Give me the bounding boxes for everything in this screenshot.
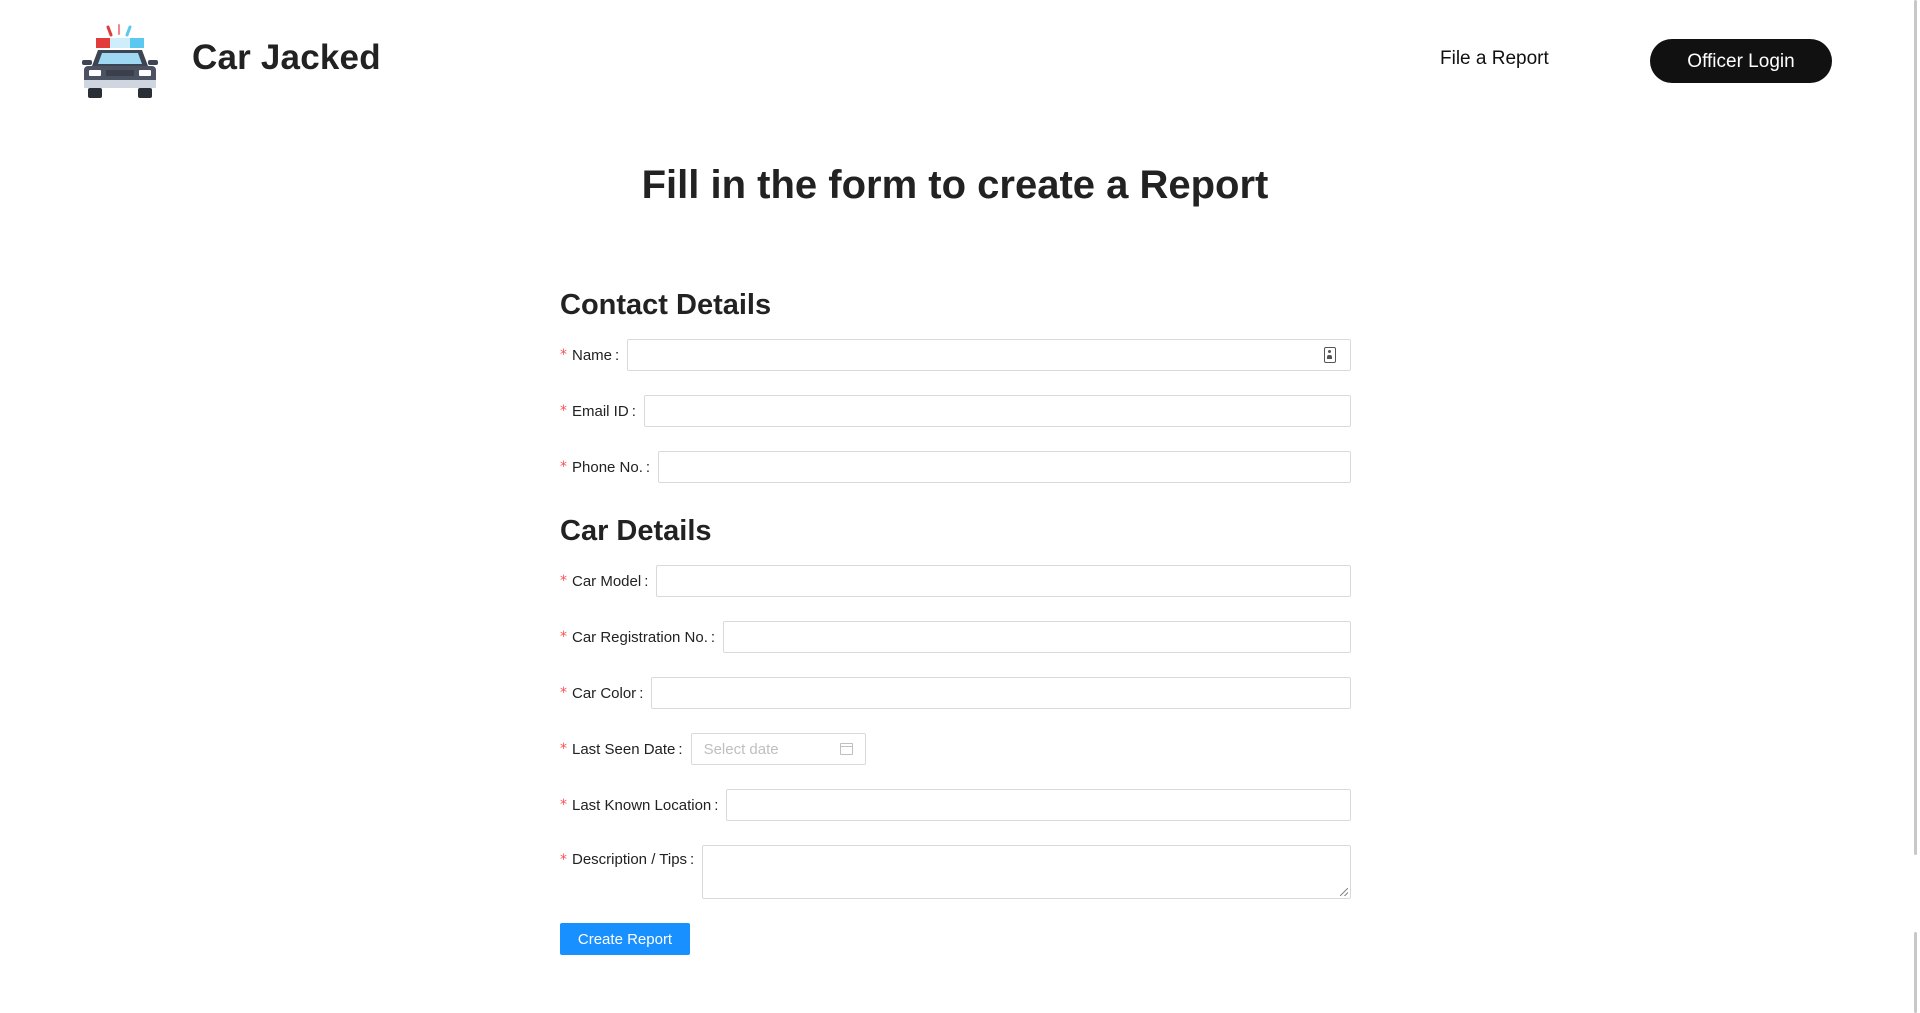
phone-label: * Phone No.: bbox=[560, 458, 651, 476]
car-details-heading: Car Details bbox=[560, 515, 712, 547]
contact-card-icon[interactable] bbox=[1324, 347, 1336, 363]
name-label: * Name: bbox=[560, 346, 620, 364]
required-mark: * bbox=[560, 741, 567, 757]
car-model-label: * Car Model: bbox=[560, 572, 649, 590]
email-field-row: * Email ID: bbox=[560, 395, 1351, 427]
car-registration-field-row: * Car Registration No.: bbox=[560, 621, 1351, 653]
car-model-input[interactable] bbox=[656, 565, 1351, 597]
contact-details-heading: Contact Details bbox=[560, 289, 772, 321]
page-title: Fill in the form to create a Report bbox=[641, 163, 1269, 207]
scrollbar-thumb-lower[interactable] bbox=[1914, 932, 1917, 1013]
phone-field-row: * Phone No.: bbox=[560, 451, 1351, 483]
brand-name[interactable]: Car Jacked bbox=[192, 38, 381, 78]
email-label-text: Email ID bbox=[572, 402, 629, 420]
file-report-link[interactable]: File a Report bbox=[1440, 48, 1549, 70]
page: Car Jacked File a Report Officer Login F… bbox=[0, 0, 1920, 1013]
car-registration-label-text: Car Registration No. bbox=[572, 628, 708, 646]
car-color-field-row: * Car Color: bbox=[560, 677, 1351, 709]
last-seen-date-label: * Last Seen Date: bbox=[560, 740, 683, 758]
report-form: Contact Details * Name: * Email ID: * Ph… bbox=[560, 285, 1351, 955]
car-color-label-text: Car Color bbox=[572, 684, 637, 702]
calendar-icon[interactable] bbox=[839, 743, 853, 755]
car-registration-label: * Car Registration No.: bbox=[560, 628, 716, 646]
name-input[interactable] bbox=[627, 339, 1351, 371]
site-header: Car Jacked File a Report Officer Login bbox=[0, 0, 1920, 125]
date-placeholder: Select date bbox=[703, 740, 779, 758]
description-field-row: * Description / Tips: bbox=[560, 845, 1351, 899]
required-mark: * bbox=[560, 573, 567, 589]
scrollbar-thumb[interactable] bbox=[1914, 0, 1917, 855]
create-report-button[interactable]: Create Report bbox=[560, 923, 690, 955]
last-seen-date-field-row: * Last Seen Date: Select date bbox=[560, 733, 1351, 765]
officer-login-button[interactable]: Officer Login bbox=[1650, 39, 1832, 83]
name-field-row: * Name: bbox=[560, 339, 1351, 371]
page-scrollbar[interactable] bbox=[1911, 0, 1920, 1013]
email-input[interactable] bbox=[643, 395, 1351, 427]
required-mark: * bbox=[560, 851, 567, 868]
required-mark: * bbox=[560, 403, 567, 419]
car-model-field-row: * Car Model: bbox=[560, 565, 1351, 597]
last-location-input[interactable] bbox=[726, 789, 1351, 821]
phone-label-text: Phone No. bbox=[572, 458, 643, 476]
description-textarea[interactable] bbox=[702, 845, 1351, 899]
phone-input[interactable] bbox=[658, 451, 1351, 483]
resize-grip-icon[interactable] bbox=[1340, 888, 1348, 896]
car-color-label: * Car Color: bbox=[560, 684, 644, 702]
last-location-field-row: * Last Known Location: bbox=[560, 789, 1351, 821]
description-label-text: Description / Tips bbox=[572, 851, 688, 868]
required-mark: * bbox=[560, 629, 567, 645]
last-location-label-text: Last Known Location bbox=[572, 796, 712, 814]
required-mark: * bbox=[560, 685, 567, 701]
last-seen-date-picker[interactable]: Select date bbox=[690, 733, 866, 765]
car-model-label-text: Car Model bbox=[572, 572, 642, 590]
email-label: * Email ID: bbox=[560, 402, 636, 420]
police-car-icon[interactable] bbox=[78, 22, 162, 106]
name-label-text: Name bbox=[572, 346, 613, 364]
required-mark: * bbox=[560, 459, 567, 475]
required-mark: * bbox=[560, 797, 567, 813]
car-color-input[interactable] bbox=[651, 677, 1351, 709]
last-seen-date-label-text: Last Seen Date bbox=[572, 740, 676, 758]
description-label: * Description / Tips: bbox=[560, 851, 695, 868]
required-mark: * bbox=[560, 347, 567, 363]
last-location-label: * Last Known Location: bbox=[560, 796, 719, 814]
car-registration-input[interactable] bbox=[723, 621, 1351, 653]
